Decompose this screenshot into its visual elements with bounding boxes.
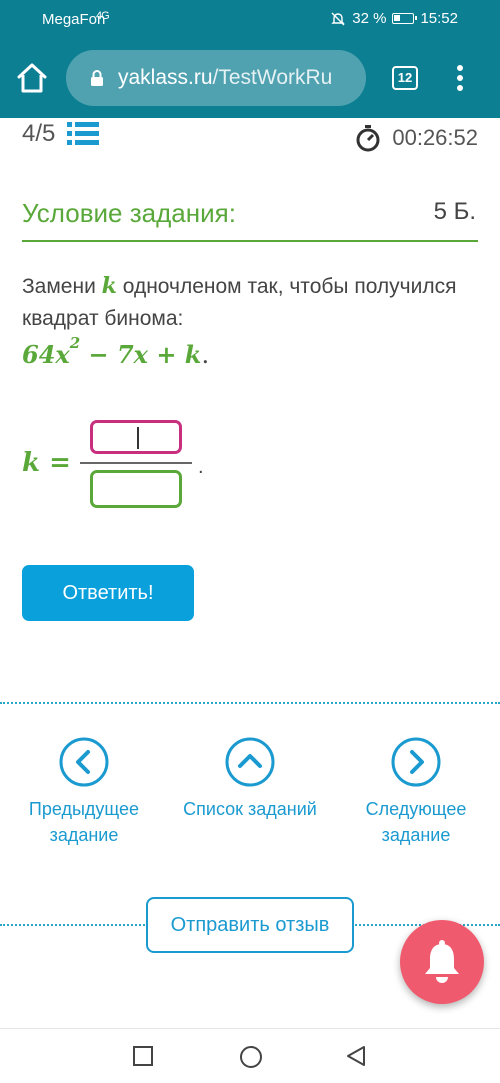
next-task-label[interactable]: Следующее задание: [346, 796, 486, 848]
system-nav-bar: [0, 1028, 500, 1083]
expression-rest: − 7x + k: [80, 340, 202, 369]
denominator-input[interactable]: [90, 470, 182, 508]
next-task-nav[interactable]: Следующее задание: [346, 736, 486, 848]
progress-counter: 4/5: [22, 120, 56, 147]
status-bar: MegaFon 4G 32 % 15:52: [0, 0, 500, 38]
statement-variable: k: [101, 273, 117, 299]
tab-switcher-button[interactable]: 12: [392, 66, 418, 90]
section-divider: [22, 240, 478, 242]
send-feedback-button[interactable]: Отправить отзыв: [146, 897, 354, 953]
numerator-input[interactable]: [90, 420, 182, 454]
overflow-menu-icon[interactable]: [452, 62, 468, 94]
battery-percent: 32 %: [352, 10, 387, 27]
status-right: 32 % 15:52: [330, 10, 458, 27]
task-list-label[interactable]: Список заданий: [180, 796, 320, 822]
address-bar[interactable]: yaklass.ru/TestWorkRu: [66, 50, 366, 106]
fraction-bar: [80, 462, 192, 464]
browser-toolbar: yaklass.ru/TestWorkRu 12: [0, 38, 500, 118]
timer-value: 00:26:52: [392, 125, 478, 150]
url-path: /TestWorkRu: [212, 66, 333, 89]
prev-task-label[interactable]: Предыдущее задание: [14, 796, 154, 848]
screen: MegaFon 4G 32 % 15:52 yaklass.ru/TestWor…: [0, 0, 500, 1083]
mute-icon: [331, 12, 345, 25]
dotted-divider: [0, 702, 500, 704]
prev-task-nav[interactable]: Предыдущее задание: [14, 736, 154, 848]
back-triangle-icon[interactable]: [345, 1045, 367, 1067]
url-domain: yaklass.ru: [118, 66, 213, 89]
home-icon[interactable]: [14, 60, 50, 96]
text-cursor: [137, 427, 139, 449]
notifications-button[interactable]: [400, 920, 484, 1004]
expression-exponent: 2: [69, 334, 81, 352]
stopwatch-icon: [356, 125, 380, 152]
task-list-nav[interactable]: Список заданий: [180, 736, 320, 822]
expression-period: .: [201, 341, 210, 369]
answer-variable: k =: [22, 448, 71, 478]
chevron-left-icon[interactable]: [58, 736, 110, 788]
section-title: Условие задания:: [22, 198, 236, 228]
chevron-right-icon[interactable]: [390, 736, 442, 788]
timer: 00:26:52: [354, 124, 478, 152]
task-list-icon[interactable]: [67, 121, 100, 147]
answer-period: .: [198, 456, 204, 478]
task-progress: 4/5: [22, 120, 100, 148]
signal-indicator: 4G: [96, 10, 110, 22]
test-header: 4/5 00:26:52: [22, 116, 482, 156]
recents-icon[interactable]: [132, 1045, 154, 1067]
statement-part-1: Замени: [22, 275, 102, 298]
task-expression: 64x2 − 7x + k.: [22, 334, 210, 369]
battery-icon: [392, 13, 418, 24]
task-points: 5 Б.: [433, 198, 476, 225]
chevron-up-icon[interactable]: [224, 736, 276, 788]
home-circle-icon[interactable]: [239, 1045, 263, 1069]
task-statement: Замени k одночленом так, чтобы получился…: [22, 270, 482, 335]
answer-area: k = .: [22, 418, 322, 518]
clock: 15:52: [420, 10, 458, 27]
submit-answer-button[interactable]: Ответить!: [22, 565, 194, 621]
bell-icon: [425, 940, 459, 983]
lock-icon: [91, 70, 103, 86]
expression-coef: 64x: [22, 340, 70, 369]
